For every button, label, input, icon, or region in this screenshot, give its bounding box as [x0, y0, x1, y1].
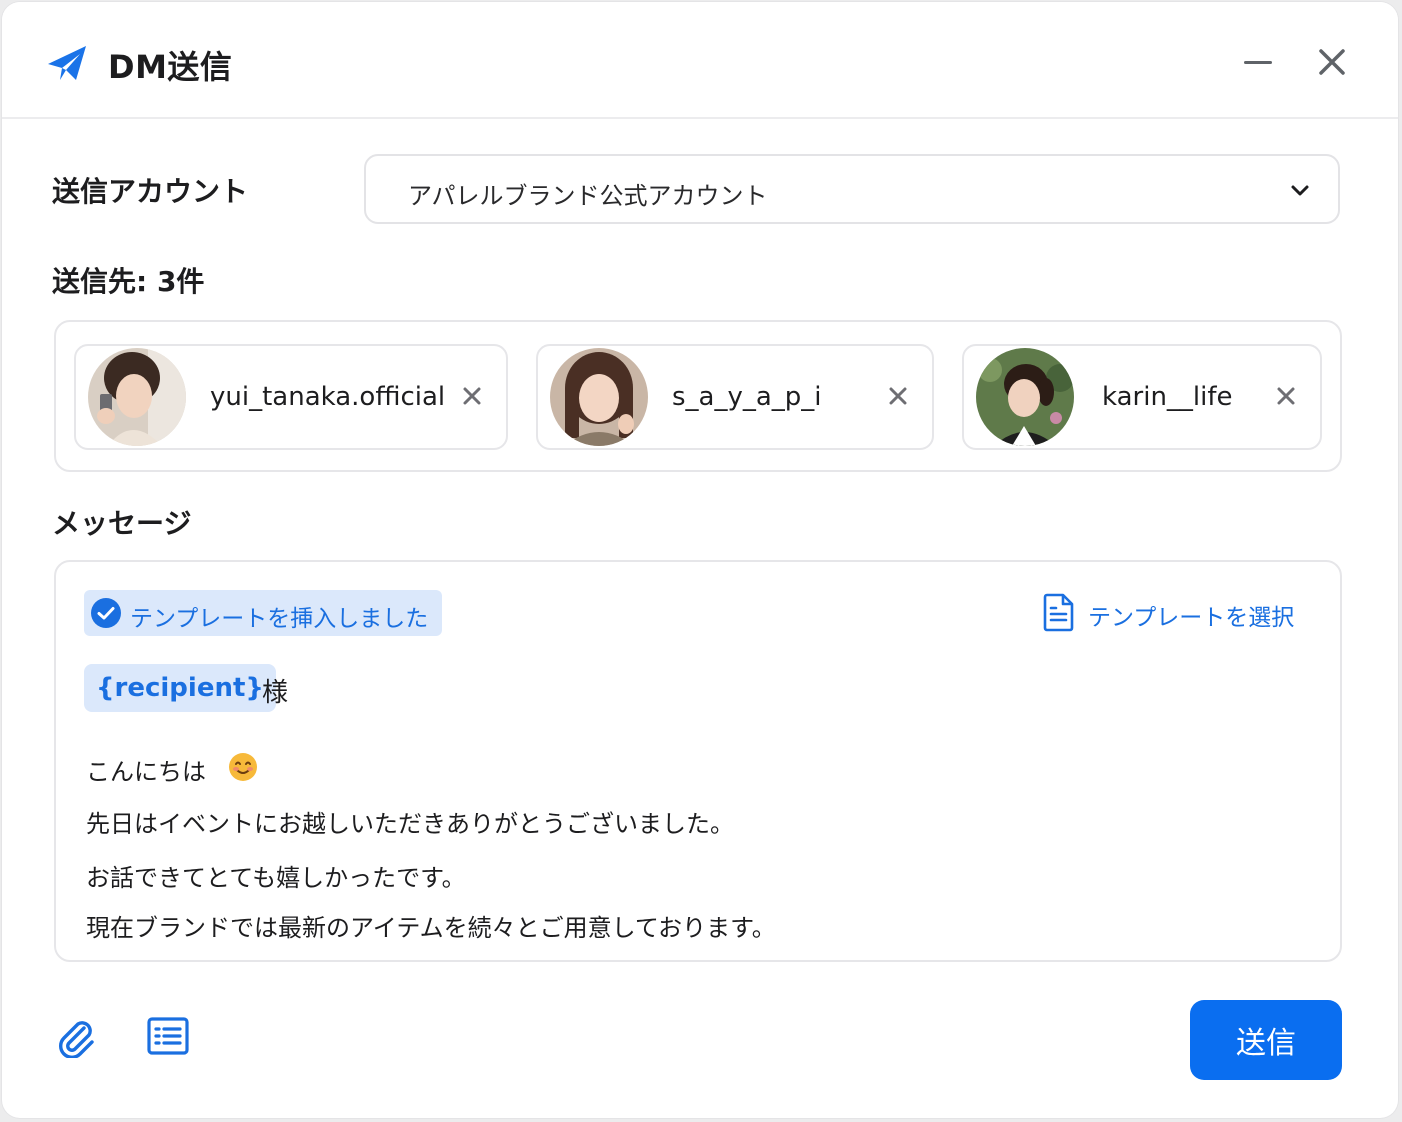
chevron-down-icon — [1291, 185, 1309, 196]
account-label: 送信アカウント — [52, 175, 249, 208]
recipient-chip: s_a_y_a_p_i — [536, 344, 934, 450]
message-line: 先日はイベントにお越しいただきありがとうございました。 — [86, 810, 734, 838]
message-label: メッセージ — [52, 507, 192, 540]
recipient-name: karin__life — [1102, 382, 1233, 412]
remove-recipient-icon[interactable] — [460, 384, 484, 408]
recipient-variable-tag[interactable]: {recipient} — [84, 664, 276, 712]
dm-send-window: DM送信 送信アカウント アパレルブランド公式アカウント 送信先: 3件 yui… — [2, 2, 1398, 1118]
recipients-list: yui_tanaka.official s_a_y_a_p_i karin__l… — [54, 320, 1342, 472]
message-line: 現在ブランドでは最新のアイテムを続々とご用意しております。 — [86, 914, 776, 942]
avatar — [550, 348, 648, 446]
message-line: お話できてとても嬉しかったです。 — [86, 864, 466, 892]
minimize-icon[interactable] — [1238, 42, 1278, 82]
account-select[interactable]: アパレルブランド公式アカウント — [364, 154, 1340, 224]
avatar — [976, 348, 1074, 446]
avatar — [88, 348, 186, 446]
template-inserted-notice: テンプレートを挿入しました — [84, 590, 442, 636]
message-editor[interactable]: テンプレートを挿入しました テンプレートを選択 {recipient} 様 こん… — [54, 560, 1342, 962]
check-circle-icon — [91, 598, 121, 628]
notice-text: テンプレートを挿入しました — [130, 606, 429, 632]
select-template-label: テンプレートを選択 — [1088, 605, 1295, 631]
variable-suffix: 様 — [262, 678, 289, 708]
list-icon[interactable] — [146, 1014, 190, 1058]
recipient-chip: yui_tanaka.official — [74, 344, 508, 450]
title-bar: DM送信 — [2, 2, 1398, 119]
paper-plane-icon — [48, 46, 86, 80]
close-icon[interactable] — [1312, 42, 1352, 82]
window-title: DM送信 — [108, 48, 233, 86]
paperclip-icon[interactable] — [54, 1014, 98, 1058]
remove-recipient-icon[interactable] — [886, 384, 910, 408]
recipient-chip: karin__life — [962, 344, 1322, 450]
recipient-name: yui_tanaka.official — [210, 382, 446, 412]
account-select-value: アパレルブランド公式アカウント — [408, 182, 768, 210]
message-line: こんにちは — [86, 758, 206, 786]
recipients-label: 送信先: 3件 — [52, 265, 205, 298]
select-template-button[interactable]: テンプレートを選択 — [1042, 592, 1304, 632]
recipient-name: s_a_y_a_p_i — [672, 382, 822, 412]
remove-recipient-icon[interactable] — [1274, 384, 1298, 408]
document-icon — [1043, 593, 1074, 632]
send-button[interactable]: 送信 — [1190, 1000, 1342, 1080]
smiling-face-icon — [229, 753, 257, 781]
